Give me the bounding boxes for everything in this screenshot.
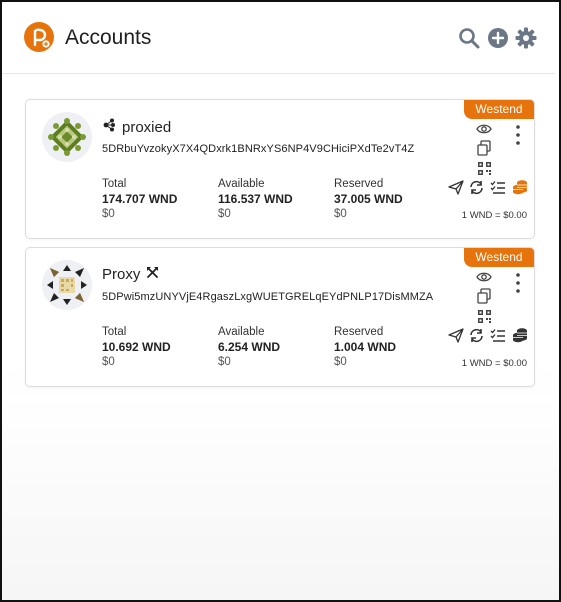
send-icon[interactable] — [448, 180, 464, 200]
account-name-label: Proxy — [102, 266, 141, 283]
account-name: Proxy — [102, 266, 159, 283]
avatar[interactable] — [42, 112, 92, 162]
exchange-rate: 1 WND = $0.00 — [461, 210, 527, 221]
header: Accounts — [2, 2, 555, 74]
coins-icon[interactable] — [512, 327, 528, 348]
account-address[interactable]: 5DPwi5mzUNYVjE4RgaszLxgWUETGRELqEYdPNLP1… — [102, 291, 433, 303]
account-name-label: proxied — [122, 118, 172, 136]
polkadot-logo — [24, 22, 54, 52]
avatar[interactable] — [42, 260, 92, 310]
balance-reserved: Reserved 1.004 WND $0 — [334, 326, 397, 368]
network-badge: Westend — [464, 100, 534, 119]
task-list-icon[interactable] — [490, 328, 506, 348]
refresh-icon[interactable] — [469, 180, 484, 200]
copy-icon[interactable] — [477, 140, 492, 161]
hammer-pick-icon — [146, 266, 159, 283]
account-card[interactable]: Westend Proxy 5DPwi5mzUNYVjE4RgaszLxgWUE… — [25, 247, 535, 387]
proxied-icon — [102, 118, 116, 136]
network-badge: Westend — [464, 248, 534, 267]
balance-available: Available 116.537 WND $0 — [218, 178, 293, 220]
empty-area — [2, 395, 559, 600]
search-icon[interactable] — [457, 26, 481, 50]
more-options-icon[interactable] — [514, 124, 522, 151]
coins-icon[interactable] — [512, 179, 528, 200]
balance-total: Total 10.692 WND $0 — [102, 326, 171, 368]
balance-reserved: Reserved 37.005 WND $0 — [334, 178, 403, 220]
more-options-icon[interactable] — [514, 272, 522, 299]
eye-icon[interactable] — [476, 270, 492, 289]
account-name: proxied — [102, 118, 171, 136]
settings-icon[interactable] — [514, 26, 538, 50]
refresh-icon[interactable] — [469, 328, 484, 348]
balance-available: Available 6.254 WND $0 — [218, 326, 281, 368]
task-list-icon[interactable] — [490, 180, 506, 200]
eye-icon[interactable] — [476, 122, 492, 141]
page-title: Accounts — [65, 26, 152, 49]
send-icon[interactable] — [448, 328, 464, 348]
qr-code-icon[interactable] — [478, 310, 491, 328]
add-circle-icon[interactable] — [486, 26, 510, 50]
exchange-rate: 1 WND = $0.00 — [461, 358, 527, 369]
copy-icon[interactable] — [477, 288, 492, 309]
qr-code-icon[interactable] — [478, 162, 491, 180]
balance-total: Total 174.707 WND $0 — [102, 178, 178, 220]
account-address[interactable]: 5DRbuYvzokyX7X4QDxrk1BNRxYS6NP4V9CHiciPX… — [102, 143, 414, 155]
account-card[interactable]: Westend proxied 5DRbuYvzokyX7X4QDxrk1BNR… — [25, 99, 535, 239]
